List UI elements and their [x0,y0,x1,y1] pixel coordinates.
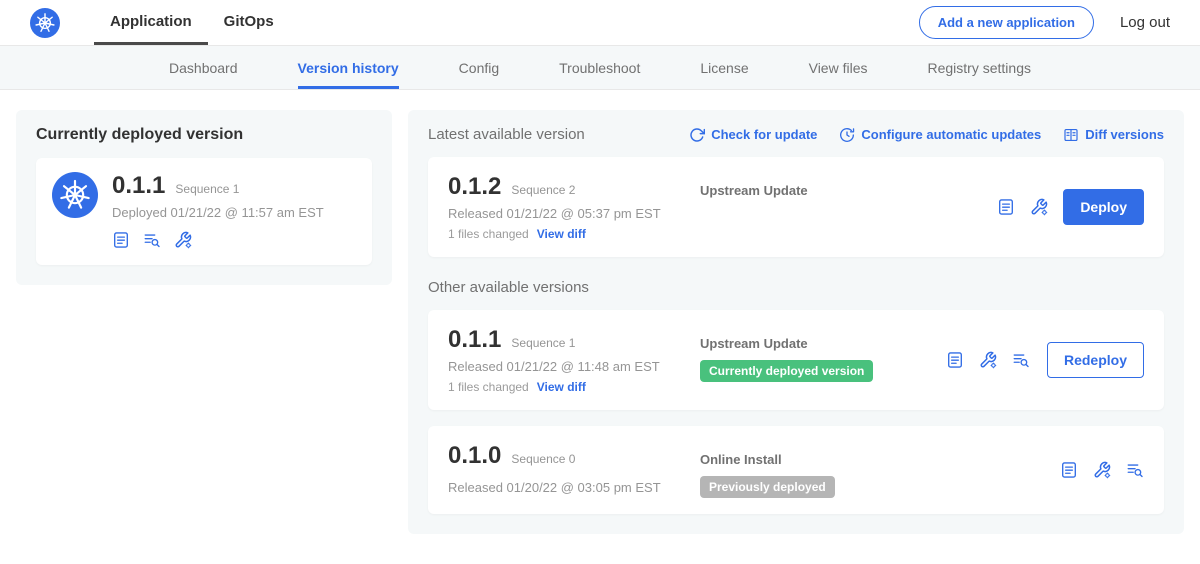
tab-gitops-label: GitOps [224,13,274,30]
diff-icon[interactable] [143,231,161,249]
view-diff-link[interactable]: View diff [537,380,586,394]
deployed-version-card: 0.1.1 Sequence 1 Deployed 01/21/22 @ 11:… [36,158,372,265]
version-history-panel: Latest available version Check for updat… [408,110,1184,534]
version-number: 0.1.0 [448,442,501,470]
refresh-icon [689,127,705,143]
clock-icon [839,127,855,143]
top-tabs: Application GitOps [94,0,290,45]
edit-config-icon[interactable] [979,351,997,369]
previously-deployed-badge: Previously deployed [700,476,835,498]
diff-versions-label: Diff versions [1085,127,1164,142]
version-source-label: Upstream Update [700,183,997,198]
release-notes-icon[interactable] [946,351,964,369]
deployed-version-number: 0.1.1 [112,172,165,200]
topbar-spacer [290,0,919,45]
release-notes-icon[interactable] [997,198,1015,216]
app-kubernetes-icon [52,172,98,218]
add-application-button[interactable]: Add a new application [919,6,1094,39]
released-timestamp: Released 01/20/22 @ 03:05 pm EST [448,480,700,495]
files-changed-label: 1 files changed [448,380,529,394]
release-notes-icon[interactable] [112,231,130,249]
released-timestamp: Released 01/21/22 @ 05:37 pm EST [448,206,700,221]
configure-automatic-updates-label: Configure automatic updates [861,127,1041,142]
sequence-label: Sequence 0 [511,452,575,466]
diff-icon[interactable] [1012,351,1030,369]
version-number: 0.1.2 [448,173,501,201]
latest-available-title: Latest available version [428,126,585,143]
configure-automatic-updates-button[interactable]: Configure automatic updates [839,127,1041,143]
edit-config-icon[interactable] [1030,198,1048,216]
subnav-item-version-history[interactable]: Version history [298,46,399,89]
redeploy-button[interactable]: Redeploy [1047,342,1144,378]
deployed-timestamp: Deployed 01/21/22 @ 11:57 am EST [112,205,324,220]
view-diff-link[interactable]: View diff [537,227,586,241]
subnav-item-license[interactable]: License [700,46,748,89]
version-row-0-1-1: 0.1.1 Sequence 1 Released 01/21/22 @ 11:… [428,310,1164,410]
release-notes-icon[interactable] [1060,461,1078,479]
subnav-item-registry-settings[interactable]: Registry settings [928,46,1031,89]
version-number: 0.1.1 [448,326,501,354]
currently-deployed-panel: Currently deployed version 0.1.1 Sequenc… [16,110,392,285]
edit-config-icon[interactable] [174,231,192,249]
files-changed-label: 1 files changed [448,227,529,241]
columns-icon [1063,127,1079,143]
subnav-item-view-files[interactable]: View files [809,46,868,89]
sequence-label: Sequence 2 [511,183,575,197]
subnav-item-troubleshoot[interactable]: Troubleshoot [559,46,640,89]
subnav-item-dashboard[interactable]: Dashboard [169,46,238,89]
currently-deployed-badge: Currently deployed version [700,360,873,382]
tab-application-label: Application [110,13,192,30]
tab-application[interactable]: Application [94,0,208,45]
deployed-panel-title: Currently deployed version [36,126,372,144]
version-row-0-1-0: 0.1.0 Sequence 0 Released 01/20/22 @ 03:… [428,426,1164,514]
deploy-button[interactable]: Deploy [1063,189,1144,225]
version-source-label: Online Install [700,452,1060,467]
released-timestamp: Released 01/21/22 @ 11:48 am EST [448,359,700,374]
subnav-item-config[interactable]: Config [459,46,499,89]
logout-link[interactable]: Log out [1120,14,1170,31]
version-row-0-1-2: 0.1.2 Sequence 2 Released 01/21/22 @ 05:… [428,157,1164,257]
version-source-label: Upstream Update [700,336,946,351]
diff-versions-button[interactable]: Diff versions [1063,127,1164,143]
diff-icon[interactable] [1126,461,1144,479]
top-navbar: Application GitOps Add a new application… [0,0,1200,46]
deployed-version-info: 0.1.1 Sequence 1 Deployed 01/21/22 @ 11:… [112,172,324,249]
main-content: Currently deployed version 0.1.1 Sequenc… [0,90,1200,554]
kubernetes-logo-icon [30,8,60,38]
deployed-sequence-label: Sequence 1 [175,182,239,196]
check-for-update-button[interactable]: Check for update [689,127,817,143]
app-subnav: Dashboard Version history Config Trouble… [0,46,1200,90]
edit-config-icon[interactable] [1093,461,1111,479]
sequence-label: Sequence 1 [511,336,575,350]
tab-gitops[interactable]: GitOps [208,0,290,45]
other-available-title: Other available versions [428,279,1164,296]
check-for-update-label: Check for update [711,127,817,142]
